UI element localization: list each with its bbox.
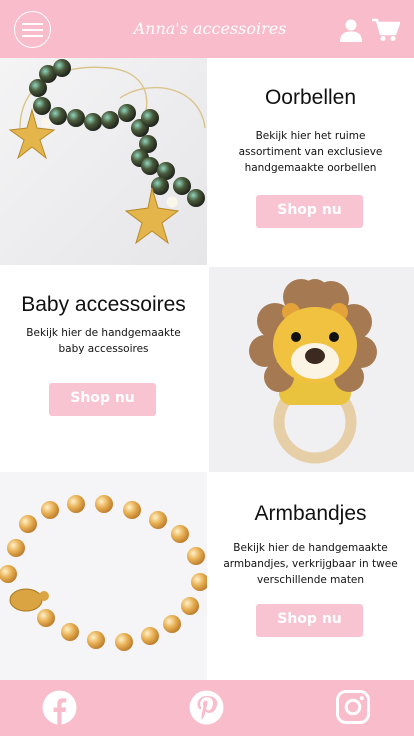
shop-now-button-earrings[interactable]: Shop nu [256, 195, 363, 228]
earrings-photo[interactable] [0, 58, 207, 265]
footer-bar [0, 680, 414, 736]
category-description: Bekijk hier het ruime assortiment van ex… [238, 130, 383, 174]
category-tile-earrings: Oorbellen Bekijk hier het ruime assortim… [207, 58, 414, 265]
facebook-icon[interactable] [42, 690, 77, 725]
category-description: Bekijk hier de handgemaakte baby accesso… [26, 327, 181, 355]
bracelet-photo[interactable] [0, 472, 207, 680]
header-bar: Anna's accessoires [0, 0, 414, 58]
shop-now-button-bracelets[interactable]: Shop nu [256, 604, 363, 637]
crochet-lion-rattle-photo[interactable] [209, 267, 414, 472]
hamburger-menu-icon[interactable] [14, 11, 51, 48]
shop-now-button-baby[interactable]: Shop nu [49, 383, 156, 416]
instagram-icon[interactable] [336, 690, 370, 724]
category-description: Bekijk hier de handgemaakte armbandjes, … [223, 542, 398, 586]
pinterest-icon[interactable] [189, 690, 224, 725]
category-tile-baby: Baby accessoires Bekijk hier de handgema… [0, 265, 207, 472]
user-icon[interactable] [339, 18, 363, 42]
cart-icon[interactable] [372, 18, 400, 42]
category-title: Armbandjes [254, 502, 367, 525]
brand-title[interactable]: Anna's accessoires [110, 19, 310, 38]
category-title: Baby accessoires [21, 293, 186, 316]
category-title: Oorbellen [264, 86, 357, 109]
category-tile-bracelets: Armbandjes Bekijk hier de handgemaakte a… [207, 472, 414, 680]
